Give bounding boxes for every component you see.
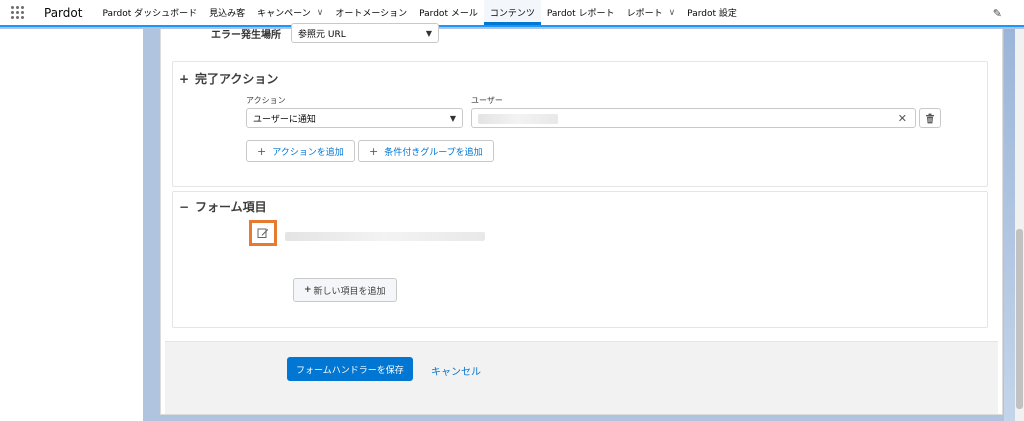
scrollbar[interactable] <box>1015 29 1024 421</box>
chevron-down-icon[interactable]: ∨ <box>317 8 324 18</box>
nav-tab[interactable]: Pardot レポート <box>541 0 621 25</box>
form-fields-header[interactable]: − フォーム項目 <box>179 198 267 215</box>
nav-tab[interactable]: Pardot 設定 <box>681 0 743 25</box>
user-input[interactable]: ✕ <box>471 108 916 128</box>
add-new-field-button[interactable]: + 新しい項目を追加 <box>293 278 397 302</box>
action-value: ユーザーに通知 <box>253 114 316 125</box>
error-location-row: エラー発生場所 参照元 URL ▼ <box>211 23 439 43</box>
app-launcher-icon <box>10 6 24 19</box>
add-action-label: アクションを追加 <box>272 147 344 158</box>
global-nav: Pardot Pardot ダッシュボード 見込み客 キャンペーン ∨ オートメーション… <box>0 0 1024 27</box>
app-name: Pardot <box>44 5 83 20</box>
add-conditional-group-button[interactable]: + 条件付きグループを追加 <box>358 140 494 162</box>
nav-tab[interactable]: Pardot メール <box>413 0 484 25</box>
nav-tab-label: Pardot 設定 <box>687 9 737 19</box>
edit-icon <box>257 228 269 238</box>
nav-tab[interactable]: レポート ∨ <box>621 0 682 25</box>
chevron-down-icon[interactable]: ∨ <box>669 8 676 18</box>
nav-tab[interactable]: 見込み客 <box>203 0 251 25</box>
form-fields-title: フォーム項目 <box>195 200 267 214</box>
app-launcher-button[interactable] <box>0 0 34 25</box>
action-label: アクション <box>246 96 286 105</box>
completion-actions-title: 完了アクション <box>195 72 279 86</box>
left-panel <box>0 29 143 421</box>
nav-tab-label: Pardot メール <box>419 9 478 19</box>
nav-tab-label: 見込み客 <box>209 9 246 19</box>
error-location-value: 参照元 URL <box>298 29 346 40</box>
nav-tab-label: レポート <box>626 9 663 19</box>
cancel-link[interactable]: キャンセル <box>431 363 481 378</box>
expand-icon: + <box>179 71 190 86</box>
form-handler-card: エラー発生場所 参照元 URL ▼ + 完了アクション アクション ユーザーに通… <box>160 23 1003 415</box>
redacted-field-name <box>285 232 485 241</box>
action-select[interactable]: ユーザーに通知 ▼ <box>246 108 463 128</box>
scrollbar-thumb[interactable] <box>1016 229 1023 409</box>
nav-tab-label: キャンペーン <box>257 9 311 19</box>
nav-tab[interactable]: コンテンツ <box>483 0 541 25</box>
nav-tab-label: コンテンツ <box>489 9 535 19</box>
form-footer: フォームハンドラーを保存 キャンセル <box>165 341 998 414</box>
plus-icon: + <box>369 144 379 158</box>
add-action-button[interactable]: + アクションを追加 <box>246 140 355 162</box>
error-location-label: エラー発生場所 <box>211 29 281 41</box>
edit-nav-pencil-icon[interactable]: ✎ <box>993 7 1002 20</box>
chevron-down-icon: ▼ <box>425 28 432 38</box>
close-icon[interactable]: ✕ <box>898 112 907 125</box>
collapse-icon: − <box>179 199 190 214</box>
nav-tab[interactable]: Pardot ダッシュボード <box>96 0 203 25</box>
plus-icon: + <box>257 144 267 158</box>
add-group-label: 条件付きグループを追加 <box>384 147 483 158</box>
redacted-user <box>478 114 558 124</box>
form-fields-section: − フォーム項目 + 新しい項目を追加 <box>172 191 988 328</box>
completion-actions-section: + 完了アクション アクション ユーザーに通知 ▼ ユーザー ✕ + アクション… <box>172 61 988 187</box>
edit-field-button[interactable] <box>249 220 277 246</box>
nav-tab[interactable]: キャンペーン ∨ <box>251 0 329 25</box>
plus-icon: + <box>304 285 312 295</box>
user-label: ユーザー <box>471 96 503 105</box>
chevron-down-icon: ▼ <box>449 113 456 123</box>
trash-icon <box>926 113 934 123</box>
nav-tab-label: オートメーション <box>335 9 408 19</box>
nav-tab-label: Pardot レポート <box>546 9 615 19</box>
nav-tab[interactable]: オートメーション <box>329 0 413 25</box>
error-location-select[interactable]: 参照元 URL ▼ <box>291 23 439 43</box>
save-form-handler-button[interactable]: フォームハンドラーを保存 <box>287 357 413 381</box>
nav-tabs: Pardot ダッシュボード 見込み客 キャンペーン ∨ オートメーション Pardot … <box>96 0 742 25</box>
delete-action-button[interactable] <box>919 108 941 128</box>
nav-tab-label: Pardot ダッシュボード <box>102 9 198 19</box>
add-field-label: 新しい項目を追加 <box>313 286 386 297</box>
completion-actions-header[interactable]: + 完了アクション <box>179 70 278 87</box>
